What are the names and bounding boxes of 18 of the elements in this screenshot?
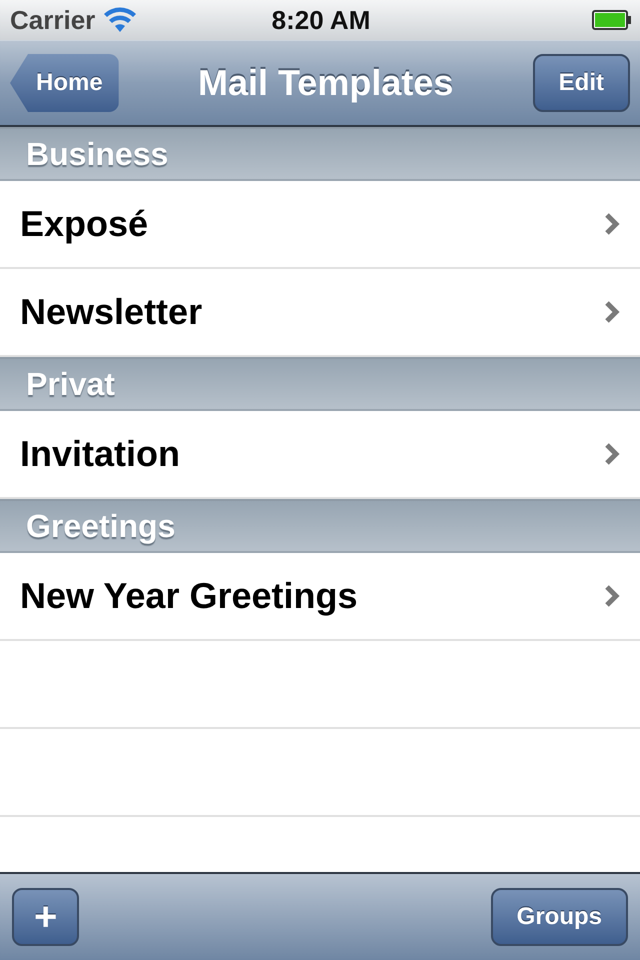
- chevron-icon: [604, 300, 620, 324]
- section-title: Business: [26, 136, 168, 172]
- groups-button[interactable]: Groups: [490, 888, 628, 946]
- back-button[interactable]: Home: [10, 54, 119, 112]
- list-row[interactable]: New Year Greetings: [0, 553, 640, 641]
- battery-icon: [592, 10, 632, 30]
- section-title: Privat: [26, 366, 115, 402]
- chevron-icon: [604, 442, 620, 466]
- status-time: 8:20 AM: [272, 4, 370, 36]
- edit-button[interactable]: Edit: [532, 54, 630, 112]
- list-row[interactable]: Exposé: [0, 181, 640, 269]
- carrier-name: Carrier: [10, 4, 96, 36]
- add-button[interactable]: +: [12, 888, 80, 946]
- nav-title: Mail Templates: [198, 62, 454, 104]
- wifi-icon: [103, 7, 138, 33]
- chevron-icon: [604, 584, 620, 608]
- chevron-icon: [604, 212, 620, 236]
- section-title: Greetings: [26, 508, 176, 544]
